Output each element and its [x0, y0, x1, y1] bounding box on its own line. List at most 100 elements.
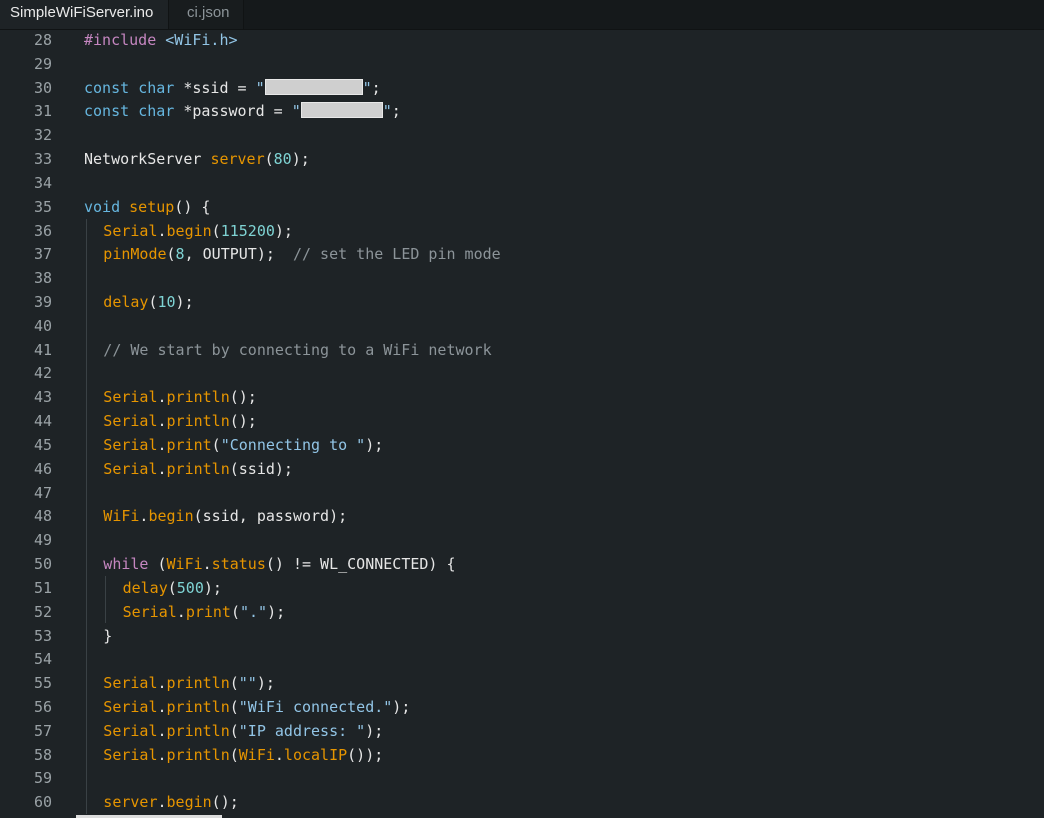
code-token: (ssid); — [229, 459, 293, 478]
code-token: *ssid = — [174, 78, 256, 97]
code-token: (ssid, password); — [193, 507, 348, 526]
code-line[interactable]: Serial.println(""); — [103, 671, 275, 695]
line-number: 60 — [33, 793, 52, 812]
code-line[interactable]: delay(500); — [123, 576, 222, 600]
code-token: <WiFi.h> — [165, 31, 238, 49]
code-line[interactable]: delay(10); — [103, 290, 193, 314]
code-line[interactable]: Serial.println(); — [103, 409, 257, 433]
code-line[interactable]: const char *ssid = " "; — [84, 76, 381, 100]
code-token: ( — [230, 602, 240, 621]
code-token: Serial — [103, 435, 158, 454]
code-line[interactable]: NetworkServer server(80); — [84, 147, 310, 171]
code-line[interactable]: Serial.println(ssid); — [103, 457, 293, 481]
code-token: ( — [229, 745, 239, 764]
code-token: ); — [392, 697, 411, 716]
line-number: 28 — [33, 31, 52, 49]
code-token: 80 — [273, 150, 292, 169]
code-token: ( — [211, 435, 221, 454]
code-token: ); — [203, 578, 222, 597]
code-line[interactable]: while (WiFi.status() != WL_CONNECTED) { — [103, 552, 455, 576]
code-token: WiFi — [166, 555, 203, 574]
code-token: localIP — [283, 745, 348, 764]
line-number: 47 — [33, 483, 52, 502]
code-token: char — [138, 78, 175, 97]
code-token: ( — [264, 150, 274, 169]
code-line[interactable]: pinMode(8, OUTPUT); // set the LED pin m… — [103, 242, 500, 266]
code-token: Serial — [103, 697, 158, 716]
code-token: ; — [371, 78, 381, 97]
redacted-value — [300, 102, 383, 119]
code-token: , OUTPUT); — [184, 245, 293, 264]
code-token: const — [84, 78, 130, 97]
code-token: (); — [211, 793, 239, 812]
code-token: WiFi — [238, 745, 275, 764]
code-token: status — [211, 555, 266, 574]
code-token: println — [166, 697, 230, 716]
code-token: ( — [229, 697, 239, 716]
line-number: 49 — [33, 531, 52, 550]
tab-ci-json[interactable]: ci.json — [168, 0, 244, 29]
code-token: "WiFi connected." — [238, 697, 393, 716]
code-token: ; — [391, 102, 401, 121]
line-number: 59 — [33, 769, 52, 788]
code-token: . — [157, 412, 167, 431]
editor-area[interactable]: 28 29 30 31 32 33 34 35 36 37 38 39 40 41 42 43 44 45 46 47… — [0, 29, 1044, 818]
code-line[interactable]: // We start by connecting to a WiFi netw… — [103, 338, 491, 362]
code-line[interactable]: Serial.print("."); — [123, 600, 286, 624]
code-editor-window: SimpleWiFiServer.ino ci.json 28 29 30 31 32 3… — [0, 0, 1044, 818]
code-token: . — [157, 745, 167, 764]
code-token: void — [84, 197, 121, 216]
code-token: ( — [167, 578, 177, 597]
line-number: 48 — [33, 507, 52, 526]
code-token: "IP address: " — [238, 721, 366, 740]
code-token: "." — [240, 602, 268, 621]
code-token: // set the LED pin mode — [292, 245, 501, 264]
code-line[interactable]: Serial.println("WiFi connected."); — [103, 695, 410, 719]
tab-bar: SimpleWiFiServer.ino ci.json — [0, 0, 1044, 30]
code-line[interactable]: server.begin(); — [103, 790, 238, 814]
code-token: " — [382, 102, 392, 121]
code-token: 10 — [157, 293, 176, 312]
code-line[interactable]: const char *password = " "; — [84, 99, 401, 123]
code-line[interactable]: Serial.println(WiFi.localIP()); — [103, 743, 383, 767]
code-line[interactable]: Serial.println("IP address: "); — [103, 719, 383, 743]
code-line[interactable]: Serial.print("Connecting to "); — [103, 433, 383, 457]
code-token: server — [103, 793, 158, 812]
code-token: println — [166, 721, 230, 740]
code-token: "" — [238, 674, 257, 693]
code-token: . — [157, 435, 167, 454]
code-line[interactable]: void setup() { — [84, 195, 210, 219]
code-line[interactable]: WiFi.begin(ssid, password); — [103, 504, 347, 528]
tab-simplewifiserver-ino[interactable]: SimpleWiFiServer.ino — [0, 0, 168, 29]
code-token: () { — [174, 197, 211, 216]
line-number: 53 — [33, 626, 52, 645]
line-number: 37 — [33, 245, 52, 264]
code-token: ); — [267, 602, 286, 621]
code-line[interactable]: } — [103, 624, 112, 648]
code-token: delay — [122, 578, 168, 597]
code-token: . — [157, 721, 167, 740]
code-line[interactable]: Serial.begin(115200); — [103, 219, 293, 243]
line-number: 44 — [33, 412, 52, 431]
code-token: begin — [166, 793, 212, 812]
code-line[interactable]: Serial.println(); — [103, 385, 257, 409]
code-token: Serial — [103, 412, 158, 431]
code-token: WiFi — [103, 507, 140, 526]
indent-guide — [105, 575, 107, 624]
code-line[interactable]: #include <WiFi.h> — [84, 28, 238, 52]
code-token: . — [157, 221, 167, 240]
code-token: . — [157, 793, 167, 812]
code-token: println — [166, 459, 230, 478]
code-token: () != WL_CONNECTED) { — [265, 555, 456, 574]
code-token: " — [291, 102, 301, 121]
line-number: 29 — [33, 54, 52, 73]
code-token: delay — [103, 293, 149, 312]
line-number: 55 — [33, 674, 52, 693]
code-text-area[interactable]: #include <WiFi.h> const char *ssid = " "; c… — [84, 29, 1034, 818]
code-token: Serial — [103, 674, 158, 693]
line-number: 46 — [33, 459, 52, 478]
code-token: . — [274, 745, 284, 764]
